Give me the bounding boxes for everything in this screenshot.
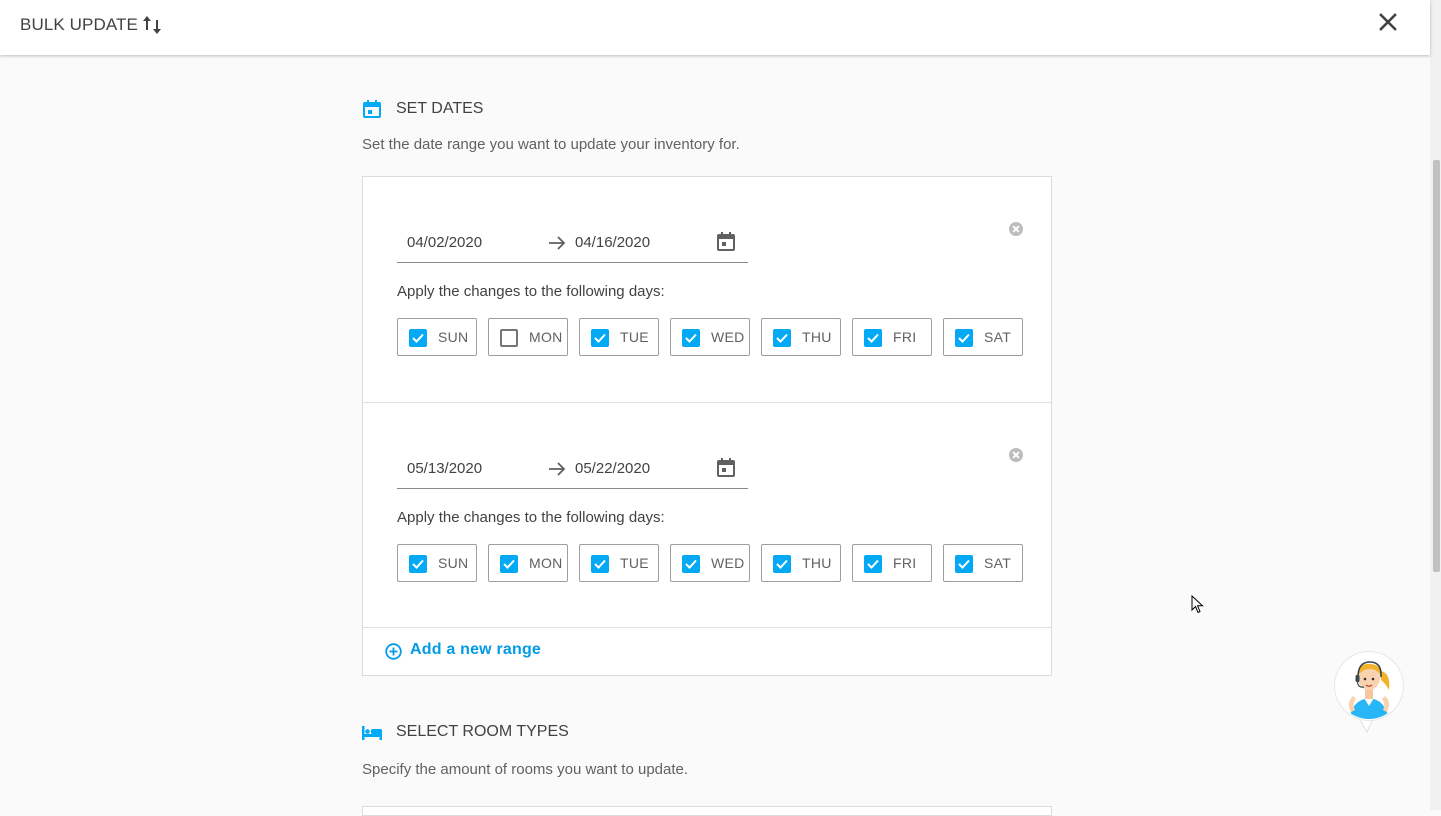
arrow-right-icon [549, 462, 566, 476]
day-label: SAT [984, 329, 1012, 345]
date-range-field[interactable]: 04/02/2020 04/16/2020 [397, 229, 748, 263]
checkbox-unchecked-icon[interactable] [500, 329, 518, 347]
day-toggle-sat[interactable]: SAT [943, 544, 1023, 582]
date-ranges-card: 04/02/2020 04/16/2020 Apply the changes … [362, 176, 1052, 676]
start-date[interactable]: 04/02/2020 [407, 234, 482, 251]
day-label: TUE [620, 555, 649, 571]
start-date[interactable]: 05/13/2020 [407, 460, 482, 477]
day-toggle-fri[interactable]: FRI [852, 318, 932, 356]
day-label: MON [529, 555, 563, 571]
day-label: THU [802, 329, 832, 345]
checkbox-checked-icon[interactable] [864, 555, 882, 573]
checkbox-checked-icon[interactable] [773, 329, 791, 347]
add-circle-icon [385, 643, 402, 660]
checkbox-checked-icon[interactable] [682, 329, 700, 347]
checkbox-checked-icon[interactable] [955, 329, 973, 347]
arrow-right-icon [549, 236, 566, 250]
day-label: MON [529, 329, 563, 345]
day-label: WED [711, 555, 745, 571]
checkbox-checked-icon[interactable] [591, 555, 609, 573]
day-label: TUE [620, 329, 649, 345]
day-toggle-sun[interactable]: SUN [397, 544, 477, 582]
set-dates-header: SET DATES [362, 99, 483, 119]
apply-days-label: Apply the changes to the following days: [397, 509, 665, 526]
day-toggle-fri[interactable]: FRI [852, 544, 932, 582]
close-icon[interactable] [1378, 12, 1398, 32]
day-toggle-mon[interactable]: MON [488, 318, 568, 356]
date-range-2: 05/13/2020 05/22/2020 Apply the changes … [363, 402, 1051, 627]
date-range-field[interactable]: 05/13/2020 05/22/2020 [397, 455, 748, 489]
day-toggle-sat[interactable]: SAT [943, 318, 1023, 356]
page-title: BULK UPDATE [20, 15, 138, 34]
day-toggle-thu[interactable]: THU [761, 544, 841, 582]
checkbox-checked-icon[interactable] [682, 555, 700, 573]
calendar-icon [363, 100, 381, 118]
end-date[interactable]: 04/16/2020 [575, 234, 650, 251]
day-toggle-mon[interactable]: MON [488, 544, 568, 582]
set-dates-description: Set the date range you want to update yo… [362, 136, 740, 153]
room-types-description: Specify the amount of rooms you want to … [362, 761, 689, 778]
add-range-button[interactable]: Add a new range [363, 627, 1051, 675]
room-types-title: SELECT ROOM TYPES [396, 723, 569, 740]
checkbox-checked-icon[interactable] [955, 555, 973, 573]
top-bar: BULK UPDATE [0, 0, 1430, 55]
checkbox-checked-icon[interactable] [409, 555, 427, 573]
day-label: SUN [438, 555, 469, 571]
checkbox-checked-icon[interactable] [591, 329, 609, 347]
room-types-header: SELECT ROOM TYPES [362, 723, 569, 741]
day-toggle-tue[interactable]: TUE [579, 318, 659, 356]
day-toggle-thu[interactable]: THU [761, 318, 841, 356]
add-range-label: Add a new range [410, 641, 542, 658]
support-chat-avatar-icon[interactable] [1331, 650, 1409, 734]
checkbox-checked-icon[interactable] [773, 555, 791, 573]
calendar-icon[interactable] [715, 457, 737, 479]
day-toggle-sun[interactable]: SUN [397, 318, 477, 356]
day-toggle-tue[interactable]: TUE [579, 544, 659, 582]
remove-range-icon[interactable] [1009, 222, 1023, 236]
room-types-card [362, 806, 1052, 816]
set-dates-title: SET DATES [396, 100, 484, 117]
calendar-icon[interactable] [715, 231, 737, 253]
checkbox-checked-icon[interactable] [864, 329, 882, 347]
checkbox-checked-icon[interactable] [500, 555, 518, 573]
day-label: FRI [893, 329, 917, 345]
day-label: SAT [984, 555, 1012, 571]
day-label: THU [802, 555, 832, 571]
date-range-1: 04/02/2020 04/16/2020 Apply the changes … [363, 177, 1051, 402]
checkbox-checked-icon[interactable] [409, 329, 427, 347]
swap-vertical-icon [143, 16, 161, 34]
day-toggle-wed[interactable]: WED [670, 544, 750, 582]
day-label: FRI [893, 555, 917, 571]
day-label: WED [711, 329, 745, 345]
apply-days-label: Apply the changes to the following days: [397, 283, 665, 300]
end-date[interactable]: 05/22/2020 [575, 460, 650, 477]
bed-icon [362, 726, 382, 740]
day-label: SUN [438, 329, 469, 345]
remove-range-icon[interactable] [1009, 448, 1023, 462]
day-toggle-wed[interactable]: WED [670, 318, 750, 356]
mouse-cursor-icon [1191, 595, 1204, 614]
scrollbar-thumb[interactable] [1433, 160, 1440, 572]
